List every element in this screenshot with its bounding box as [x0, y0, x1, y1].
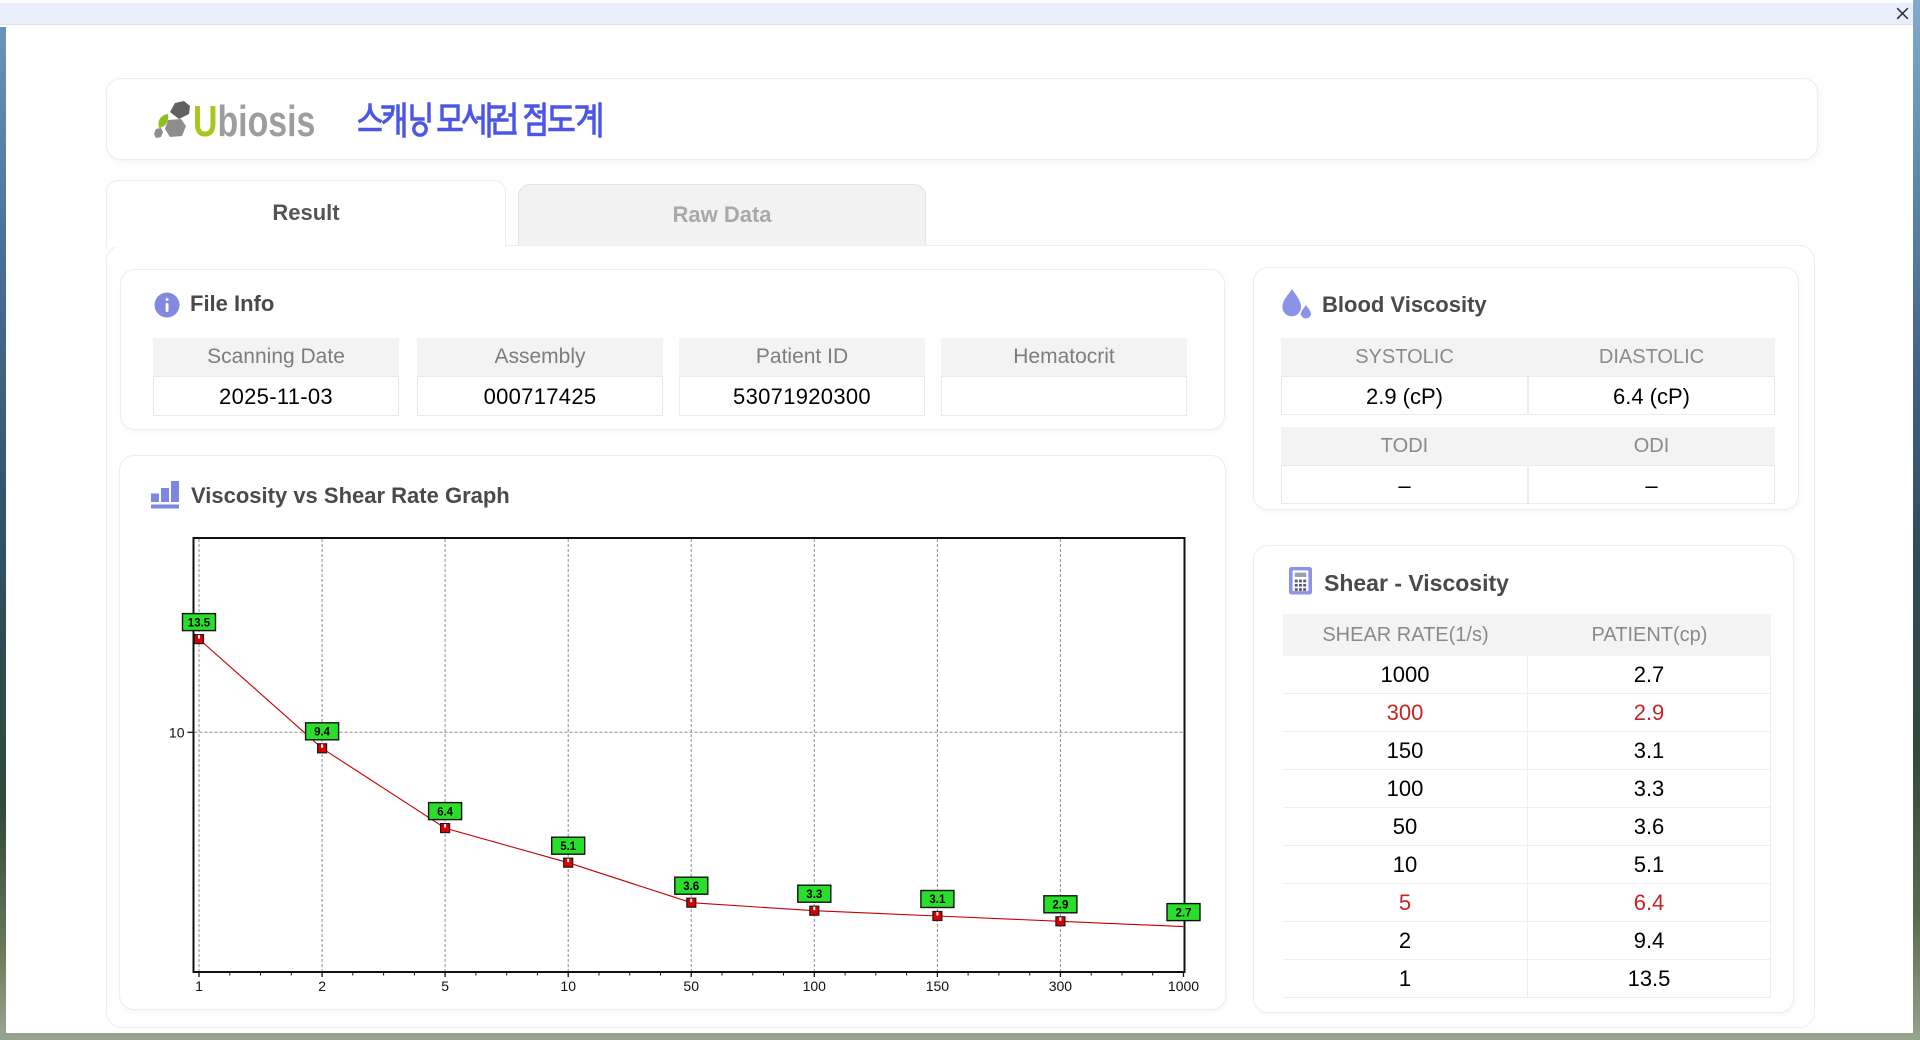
- svg-text:1000: 1000: [1168, 978, 1199, 994]
- svg-text:2.9: 2.9: [1052, 900, 1068, 912]
- svg-text:3.1: 3.1: [929, 894, 946, 906]
- svg-text:10: 10: [560, 978, 576, 994]
- svg-text:5: 5: [441, 978, 449, 994]
- svg-text:50: 50: [683, 978, 699, 994]
- svg-text:2: 2: [318, 978, 326, 994]
- svg-text:3.3: 3.3: [806, 889, 822, 901]
- svg-text:10: 10: [169, 724, 185, 740]
- svg-text:13.5: 13.5: [188, 617, 211, 629]
- svg-text:5.1: 5.1: [560, 841, 577, 853]
- svg-text:9.4: 9.4: [314, 727, 331, 739]
- svg-text:6.4: 6.4: [437, 806, 454, 818]
- svg-text:300: 300: [1049, 978, 1073, 994]
- svg-text:3.6: 3.6: [683, 881, 699, 893]
- svg-text:2.7: 2.7: [1176, 907, 1192, 919]
- svg-text:100: 100: [803, 978, 827, 994]
- svg-text:1: 1: [195, 978, 203, 994]
- svg-text:150: 150: [926, 978, 950, 994]
